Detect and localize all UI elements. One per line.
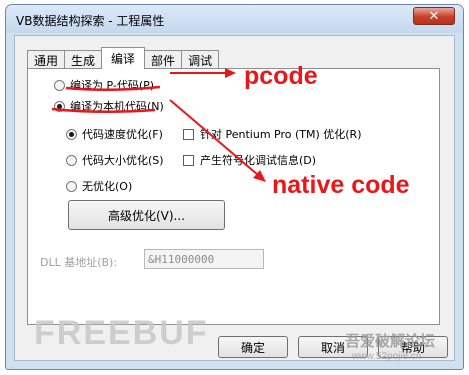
forum-watermark: 吾爱破解论坛: [345, 333, 436, 350]
freebuf-watermark: FREEBUF: [34, 314, 209, 352]
pcode-annotation: pcode: [244, 62, 318, 90]
native-underline: [51, 107, 156, 114]
pcode-arrowhead: [225, 68, 236, 78]
tab-label: 编译: [111, 52, 136, 66]
pcode-underline: [65, 85, 161, 92]
url-watermark: www.52pojie.cn: [352, 351, 422, 362]
native-code-annotation: native code: [272, 171, 410, 199]
tab-compile[interactable]: 编译: [101, 47, 146, 69]
native-arrow: [169, 99, 259, 176]
